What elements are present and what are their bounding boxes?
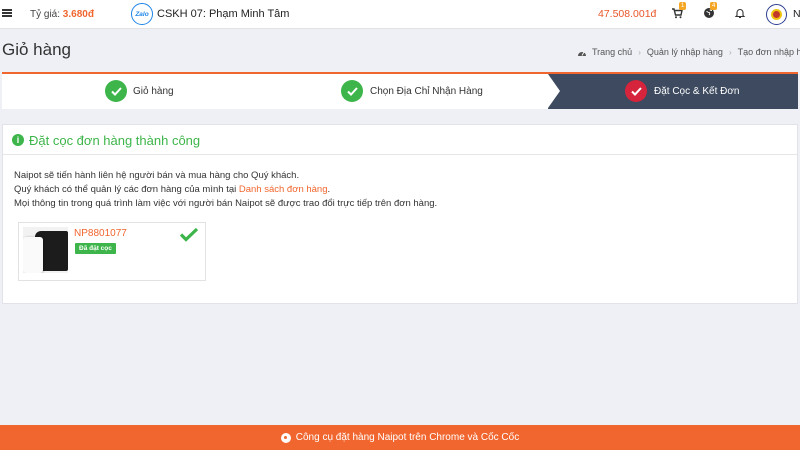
step-deposit-label: Đặt Cọc & Kết Đơn: [654, 86, 740, 97]
page-title: Giỏ hàng: [2, 40, 71, 59]
product-light-garment: [23, 237, 43, 273]
step-address-label[interactable]: Chọn Địa Chỉ Nhận Hàng: [370, 86, 483, 97]
info-icon: i: [12, 134, 24, 146]
cart-count-badge: 1: [679, 2, 687, 10]
order-code-link[interactable]: NP8801077: [74, 228, 127, 239]
breadcrumb-separator-icon: ›: [728, 47, 732, 57]
dashboard-icon: [578, 51, 586, 56]
breadcrumb: Trang chủ › Quản lý nhập hàng › Tạo đơn …: [577, 47, 800, 57]
exchange-rate-label: Tỷ giá:: [30, 9, 63, 20]
order-list-link[interactable]: Danh sách đơn hàng: [239, 184, 328, 195]
footer-extension-banner[interactable]: Công cụ đặt hàng Naipot trên Chrome và C…: [0, 425, 800, 450]
product-thumbnail[interactable]: [23, 227, 68, 273]
footer-text: Công cụ đặt hàng Naipot trên Chrome và C…: [295, 432, 520, 443]
step-cart-check-icon: [105, 80, 127, 102]
account-balance[interactable]: 47.508.001đ: [598, 8, 656, 20]
exchange-rate: Tỷ giá: 3.680đ: [30, 9, 94, 20]
message-line-3: Mọi thông tin trong quá trình làm việc v…: [14, 198, 438, 209]
deposit-success-panel: i Đặt cọc đơn hàng thành công Naipot sẽ …: [2, 124, 798, 304]
step-arrow-divider: [548, 74, 560, 108]
support-contact[interactable]: CSKH 07: Phạm Minh Tâm: [157, 8, 289, 20]
step-address-check-icon: [341, 80, 363, 102]
bell-icon[interactable]: [733, 6, 747, 20]
message-line-2-text: Quý khách có thể quản lý các đơn hàng củ…: [14, 184, 239, 195]
message-line-2-end: .: [327, 184, 331, 195]
breadcrumb-separator-icon: ›: [638, 47, 641, 57]
panel-header: i Đặt cọc đơn hàng thành công: [3, 125, 797, 155]
top-bar: Tỷ giá: 3.680đ Zalo CSKH 07: Phạm Minh T…: [0, 0, 800, 29]
order-card[interactable]: NP8801077 Đã đặt cọc: [18, 222, 206, 281]
exchange-rate-value: 3.680đ: [62, 9, 94, 20]
chrome-icon: [280, 432, 291, 443]
zalo-label: Zalo: [135, 10, 149, 18]
panel-title: Đặt cọc đơn hàng thành công: [29, 133, 201, 148]
breadcrumb-home[interactable]: Trang chủ: [592, 47, 632, 57]
step-cart-label[interactable]: Giỏ hàng: [133, 86, 174, 97]
order-success-check-icon: [179, 227, 199, 245]
hamburger-menu-icon[interactable]: [2, 8, 12, 18]
breadcrumb-create-order: Tạo đơn nhập hà: [737, 47, 800, 57]
user-avatar[interactable]: [766, 4, 787, 25]
checkout-steps: Giỏ hàng Chọn Địa Chỉ Nhận Hàng Đặt Cọc …: [2, 72, 798, 109]
user-name[interactable]: N: [793, 8, 800, 20]
order-status-badge: Đã đặt cọc: [75, 243, 116, 254]
step-deposit-check-icon: [625, 80, 647, 102]
message-line-2: Quý khách có thể quản lý các đơn hàng củ…: [14, 184, 330, 195]
avatar-emblem: [771, 9, 782, 20]
message-line-1: Naipot sẽ tiến hành liên hệ người bán và…: [14, 170, 300, 181]
globe-count-badge: 4: [710, 2, 718, 10]
zalo-icon[interactable]: Zalo: [131, 3, 153, 25]
breadcrumb-import-management[interactable]: Quản lý nhập hàng: [647, 47, 723, 57]
